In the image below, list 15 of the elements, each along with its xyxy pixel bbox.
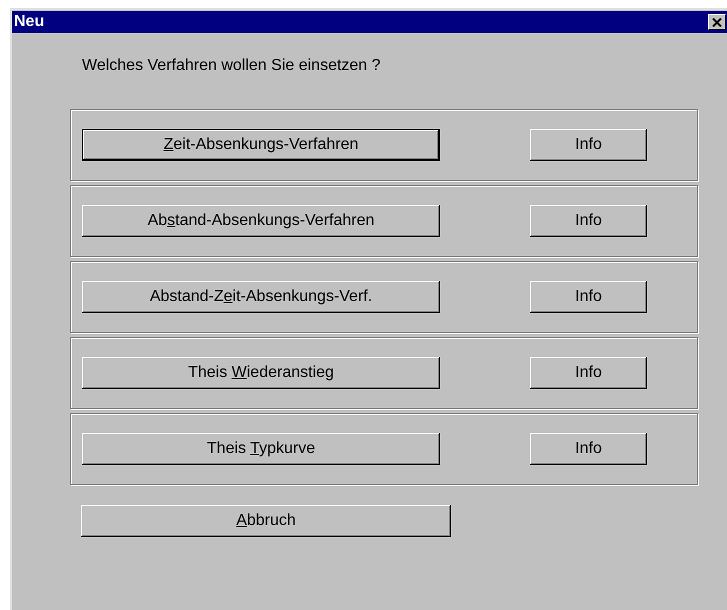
window-title: Neu	[14, 13, 44, 31]
method-button[interactable]: Abstand-Zeit-Absenkungs-Verf.	[82, 281, 440, 313]
method-button[interactable]: Zeit-Absenkungs-Verfahren	[82, 129, 440, 161]
info-button[interactable]: Info	[530, 205, 647, 237]
prompt-text: Welches Verfahren wollen Sie einsetzen ?	[82, 57, 382, 76]
close-button[interactable]	[708, 14, 726, 30]
cancel-button[interactable]: Abbruch	[81, 505, 451, 537]
info-button[interactable]: Info	[530, 433, 647, 465]
method-button[interactable]: Theis Typkurve	[82, 433, 440, 465]
info-button[interactable]: Info	[530, 357, 647, 389]
close-icon	[712, 18, 722, 26]
info-button[interactable]: Info	[530, 281, 647, 313]
method-button[interactable]: Theis Wiederanstieg	[82, 357, 440, 389]
info-button[interactable]: Info	[530, 129, 647, 161]
method-button[interactable]: Abstand-Absenkungs-Verfahren	[82, 205, 440, 237]
